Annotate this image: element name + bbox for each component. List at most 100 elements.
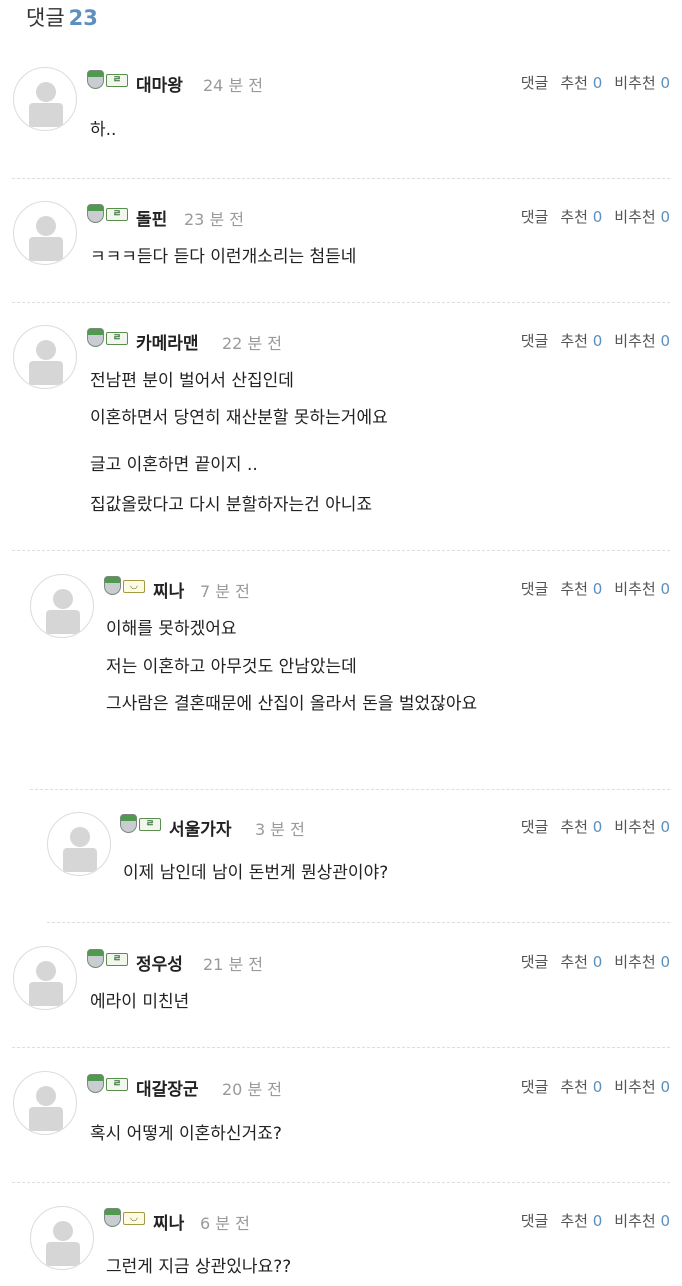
downvote-button[interactable]: 비추천 0 (614, 818, 670, 836)
comment-divider (12, 550, 670, 551)
upvote-button[interactable]: 추천 0 (560, 208, 602, 226)
level-badge-icon: ◡ (104, 1208, 146, 1228)
comment-divider (12, 302, 670, 303)
upvote-button[interactable]: 추천 0 (560, 1078, 602, 1096)
upvote-label: 추천 (560, 208, 588, 226)
comment-text: ㅋㅋㅋ듣다 듣다 이런개소리는 첨듣네 (90, 247, 357, 267)
comment-actions: 댓글 추천 0 비추천 0 (521, 330, 670, 351)
downvote-button[interactable]: 비추천 0 (614, 953, 670, 971)
level-badge-icon: ㄹ (120, 814, 162, 834)
avatar[interactable] (30, 574, 94, 638)
downvote-count: 0 (660, 332, 670, 350)
comment-nickname[interactable]: 찌나 (153, 1209, 184, 1234)
comment-text: 이제 남인데 남이 돈번게 뭔상관이야? (123, 863, 389, 883)
downvote-count: 0 (660, 208, 670, 226)
comment-nickname[interactable]: 돌핀 (136, 205, 167, 230)
reply-button[interactable]: 댓글 (521, 74, 549, 92)
downvote-label: 비추천 (614, 1078, 656, 1096)
upvote-label: 추천 (560, 332, 588, 350)
comment-divider (12, 1047, 670, 1048)
avatar[interactable] (47, 812, 111, 876)
level-badge-icon: ㄹ (87, 949, 129, 969)
upvote-button[interactable]: 추천 0 (560, 818, 602, 836)
upvote-button[interactable]: 추천 0 (560, 332, 602, 350)
reply-button[interactable]: 댓글 (521, 818, 549, 836)
comment-text: 전남편 분이 벌어서 산집인데 (90, 371, 294, 391)
comment-nickname[interactable]: 찌나 (153, 577, 184, 602)
level-badge-icon: ㄹ (87, 204, 129, 224)
comment-nickname[interactable]: 대마왕 (136, 71, 183, 96)
downvote-count: 0 (660, 1078, 670, 1096)
upvote-count: 0 (592, 332, 603, 350)
downvote-label: 비추천 (614, 818, 656, 836)
comment-text: 이해를 못하겠어요 (106, 619, 237, 639)
downvote-button[interactable]: 비추천 0 (614, 1212, 670, 1230)
comment-divider (12, 1182, 670, 1183)
reply-button[interactable]: 댓글 (521, 1212, 549, 1230)
upvote-button[interactable]: 추천 0 (560, 1212, 602, 1230)
upvote-button[interactable]: 추천 0 (560, 953, 602, 971)
upvote-count: 0 (592, 580, 603, 598)
upvote-count: 0 (592, 1212, 603, 1230)
reply-button[interactable]: 댓글 (521, 580, 549, 598)
avatar[interactable] (13, 946, 77, 1010)
downvote-label: 비추천 (614, 332, 656, 350)
comment-actions: 댓글 추천 0 비추천 0 (521, 578, 670, 599)
upvote-label: 추천 (560, 580, 588, 598)
comment-actions: 댓글 추천 0 비추천 0 (521, 951, 670, 972)
level-badge-icon: ㄹ (87, 1074, 129, 1094)
comment-time: 3 분 전 (255, 820, 305, 839)
downvote-button[interactable]: 비추천 0 (614, 580, 670, 598)
level-badge-icon: ㄹ (87, 328, 129, 348)
comment-actions: 댓글 추천 0 비추천 0 (521, 206, 670, 227)
comment-time: 20 분 전 (222, 1080, 282, 1099)
upvote-label: 추천 (560, 818, 588, 836)
downvote-label: 비추천 (614, 1212, 656, 1230)
downvote-label: 비추천 (614, 953, 656, 971)
avatar[interactable] (13, 201, 77, 265)
downvote-button[interactable]: 비추천 0 (614, 208, 670, 226)
upvote-button[interactable]: 추천 0 (560, 580, 602, 598)
comments-header: 댓글 23 (26, 2, 98, 32)
comment-nickname[interactable]: 대갈장군 (136, 1075, 199, 1100)
avatar[interactable] (30, 1206, 94, 1270)
comment-time: 24 분 전 (203, 76, 263, 95)
avatar[interactable] (13, 325, 77, 389)
downvote-label: 비추천 (614, 208, 656, 226)
downvote-count: 0 (660, 580, 670, 598)
comment-actions: 댓글 추천 0 비추천 0 (521, 72, 670, 93)
reply-button[interactable]: 댓글 (521, 208, 549, 226)
comment-text: 이혼하면서 당연히 재산분할 못하는거에요 (90, 408, 388, 428)
comment-actions: 댓글 추천 0 비추천 0 (521, 1076, 670, 1097)
upvote-count: 0 (592, 208, 603, 226)
downvote-count: 0 (660, 74, 670, 92)
reply-button[interactable]: 댓글 (521, 332, 549, 350)
comment-text: 글고 이혼하면 끝이지 .. (90, 455, 258, 475)
comment-time: 7 분 전 (200, 582, 250, 601)
reply-button[interactable]: 댓글 (521, 1078, 549, 1096)
comment-time: 23 분 전 (184, 210, 244, 229)
reply-button[interactable]: 댓글 (521, 953, 549, 971)
comment-divider (12, 178, 670, 179)
comment-text: 집값올랐다고 다시 분할하자는건 아니죠 (90, 495, 373, 515)
avatar[interactable] (13, 1071, 77, 1135)
downvote-count: 0 (660, 818, 670, 836)
comment-time: 6 분 전 (200, 1214, 250, 1233)
comment-nickname[interactable]: 서울가자 (169, 815, 232, 840)
avatar[interactable] (13, 67, 77, 131)
comment-nickname[interactable]: 카메라맨 (136, 329, 199, 354)
level-badge-icon: ◡ (104, 576, 146, 596)
comment-divider (47, 922, 670, 923)
downvote-button[interactable]: 비추천 0 (614, 74, 670, 92)
comment-nickname[interactable]: 정우성 (136, 950, 183, 975)
upvote-button[interactable]: 추천 0 (560, 74, 602, 92)
comment-divider (30, 789, 670, 790)
downvote-button[interactable]: 비추천 0 (614, 332, 670, 350)
comment-text: 그사람은 결혼때문에 산집이 올라서 돈을 벌었잖아요 (106, 694, 478, 714)
comment-time: 22 분 전 (222, 334, 282, 353)
comment-text: 하.. (90, 120, 117, 140)
comment-actions: 댓글 추천 0 비추천 0 (521, 1210, 670, 1231)
upvote-count: 0 (592, 74, 603, 92)
comment-text: 에라이 미친년 (90, 992, 190, 1012)
downvote-button[interactable]: 비추천 0 (614, 1078, 670, 1096)
